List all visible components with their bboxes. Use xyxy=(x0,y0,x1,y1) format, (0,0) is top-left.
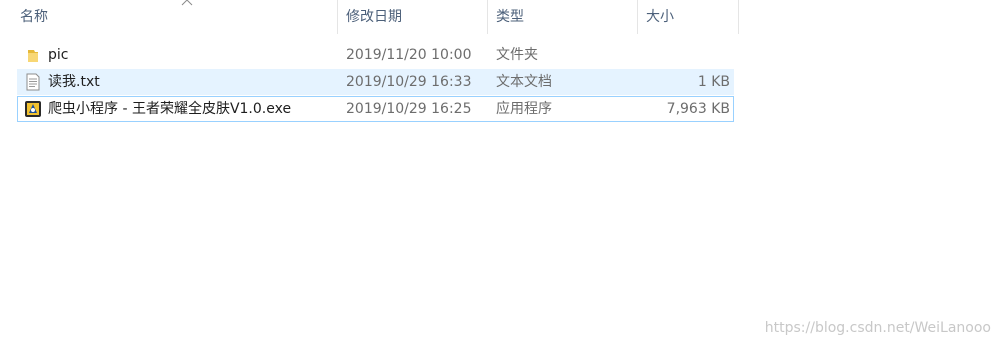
file-type: 文件夹 xyxy=(496,47,538,63)
file-explorer-details-view: 名称 修改日期 类型 大小 pic 2019/11/20 10:00 文件夹 读… xyxy=(0,0,1001,344)
watermark-text: https://blog.csdn.net/WeiLanooo xyxy=(764,320,991,336)
file-size xyxy=(638,43,730,67)
file-name-cell: pic xyxy=(22,43,340,67)
column-header-size-label: 大小 xyxy=(646,9,674,25)
column-header-type[interactable]: 类型 xyxy=(488,0,638,34)
file-row-exe[interactable]: 爬虫小程序 - 王者荣耀全皮肤V1.0.exe 2019/10/29 16:25… xyxy=(17,96,734,122)
file-name: pic xyxy=(48,47,69,63)
column-header-name[interactable]: 名称 xyxy=(12,0,338,34)
file-row-readme[interactable]: 读我.txt 2019/10/29 16:33 文本文档 1 KB xyxy=(17,69,734,95)
file-name-cell: 爬虫小程序 - 王者荣耀全皮肤V1.0.exe xyxy=(22,97,340,121)
file-row-pic[interactable]: pic 2019/11/20 10:00 文件夹 xyxy=(17,42,734,68)
column-header-date[interactable]: 修改日期 xyxy=(338,0,488,34)
column-divider[interactable] xyxy=(738,0,739,34)
column-header-size[interactable]: 大小 xyxy=(638,0,739,34)
file-size: 7,963 KB xyxy=(666,101,730,117)
file-size: 1 KB xyxy=(697,74,730,90)
file-type: 文本文档 xyxy=(496,74,552,90)
folder-icon xyxy=(28,50,38,62)
file-name-cell: 读我.txt xyxy=(22,70,340,94)
file-name: 爬虫小程序 - 王者荣耀全皮肤V1.0.exe xyxy=(48,101,292,117)
file-name: 读我.txt xyxy=(48,74,100,90)
file-list: pic 2019/11/20 10:00 文件夹 读我.txt 2019/10/… xyxy=(17,42,734,123)
sort-ascending-icon xyxy=(181,0,193,6)
column-header-bar: 名称 修改日期 类型 大小 xyxy=(0,0,740,34)
app-exe-icon xyxy=(25,101,41,117)
column-header-type-label: 类型 xyxy=(496,9,524,25)
file-date: 2019/10/29 16:33 xyxy=(346,74,472,90)
file-type: 应用程序 xyxy=(496,101,552,117)
column-header-date-label: 修改日期 xyxy=(346,9,402,25)
file-date: 2019/10/29 16:25 xyxy=(346,101,472,117)
column-header-name-label: 名称 xyxy=(20,9,48,25)
file-date: 2019/11/20 10:00 xyxy=(346,47,472,63)
text-file-icon xyxy=(26,73,40,91)
